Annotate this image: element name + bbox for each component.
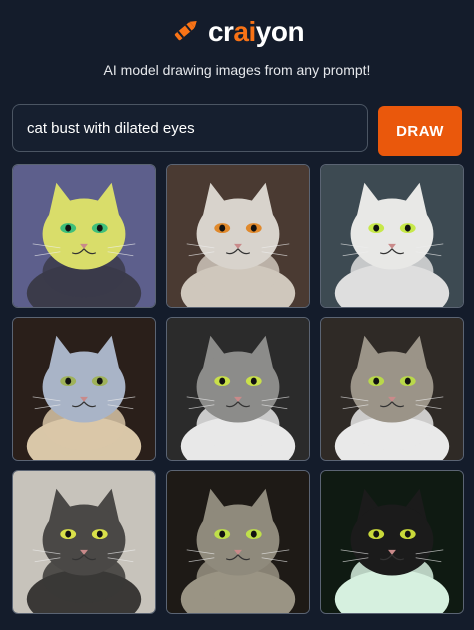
cat-image [167, 165, 309, 307]
search-row: DRAW [12, 104, 462, 156]
result-image-6[interactable] [320, 317, 464, 461]
tagline: AI model drawing images from any prompt! [103, 62, 371, 78]
result-image-7[interactable] [12, 470, 156, 614]
result-image-3[interactable] [320, 164, 464, 308]
cat-image [13, 471, 155, 613]
cat-image [167, 318, 309, 460]
cat-image [321, 318, 463, 460]
result-image-9[interactable] [320, 470, 464, 614]
cat-image [13, 165, 155, 307]
brand-logo[interactable]: craiyon [208, 16, 305, 48]
result-image-2[interactable] [166, 164, 310, 308]
cat-image [321, 471, 463, 613]
crayon-logo-icon [170, 14, 202, 51]
result-image-1[interactable] [12, 164, 156, 308]
result-image-5[interactable] [166, 317, 310, 461]
cat-image [13, 318, 155, 460]
result-image-8[interactable] [166, 470, 310, 614]
cat-image [167, 471, 309, 613]
result-image-4[interactable] [12, 317, 156, 461]
results-grid [12, 164, 464, 614]
cat-image [321, 165, 463, 307]
brand-header: craiyon [0, 10, 474, 54]
draw-button[interactable]: DRAW [378, 106, 462, 156]
prompt-input[interactable] [12, 104, 368, 152]
